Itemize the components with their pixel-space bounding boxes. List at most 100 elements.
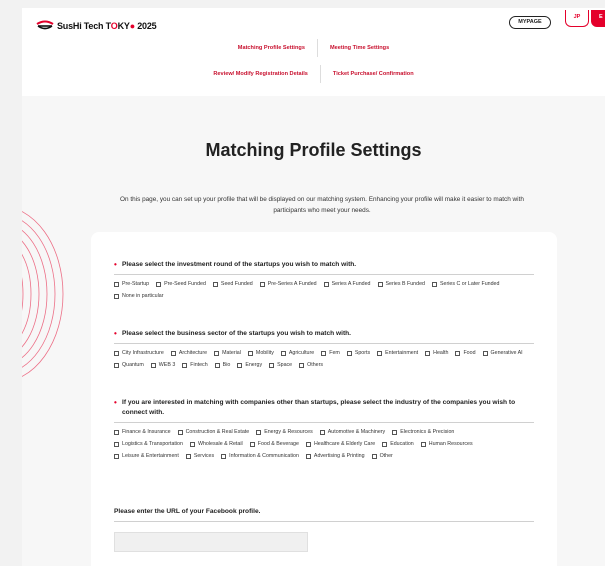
checkbox-box[interactable] [156, 282, 162, 287]
checkbox-healthcare-elderly-care[interactable]: Healthcare & Elderly Care [305, 441, 375, 448]
checkbox-box[interactable] [420, 442, 426, 447]
checkbox-entertainment[interactable]: Entertainment [377, 350, 418, 357]
checkbox-information-communication[interactable]: Information & Communication [221, 453, 299, 460]
checkbox-box[interactable] [150, 363, 156, 368]
checkbox-energy-resources[interactable]: Energy & Resources [256, 429, 313, 436]
checkbox-box[interactable] [305, 454, 311, 459]
checkbox-box[interactable] [431, 282, 437, 287]
checkbox-energy[interactable]: Energy [237, 362, 262, 369]
nav-review-registration[interactable]: Review/ Modify Registration Details [201, 70, 320, 83]
checkbox-box[interactable] [377, 282, 383, 287]
checkbox-advertising-printing[interactable]: Advertising & Printing [305, 453, 365, 460]
checkbox-quantum[interactable]: Quantum [114, 362, 144, 369]
lang-jp-button[interactable]: JP [565, 10, 589, 27]
checkbox-box[interactable] [371, 454, 377, 459]
checkbox-web-3[interactable]: WEB 3 [150, 362, 175, 369]
checkbox-space[interactable]: Space [269, 362, 292, 369]
checkbox-box[interactable] [114, 454, 119, 459]
checkbox-box[interactable] [114, 282, 119, 287]
checkbox-automotive-machinery[interactable]: Automotive & Machinery [319, 429, 385, 436]
checkbox-box[interactable] [182, 363, 188, 368]
checkbox-sports[interactable]: Sports [346, 350, 371, 357]
checkbox-box[interactable] [212, 282, 218, 287]
checkbox-electronics-precision[interactable]: Electronics & Precision [392, 429, 454, 436]
checkbox-pre-seed-funded[interactable]: Pre-Seed Funded [156, 281, 206, 288]
checkbox-box[interactable] [280, 351, 286, 356]
checkbox-box[interactable] [114, 430, 119, 435]
checkbox-box[interactable] [114, 363, 119, 368]
checkbox-services[interactable]: Services [185, 453, 214, 460]
profile-form-card: • Please select the investment round of t… [91, 232, 557, 566]
lang-en-button[interactable]: E [591, 10, 605, 27]
checkbox-city-infrastructure[interactable]: City Infrastructure [114, 350, 164, 357]
checkbox-box[interactable] [455, 351, 461, 356]
checkbox-fintech[interactable]: Fintech [182, 362, 208, 369]
checkbox-logistics-transportation[interactable]: Logistics & Transportation [114, 441, 183, 448]
checkbox-label: Space [277, 362, 293, 368]
checkbox-box[interactable] [321, 351, 327, 356]
checkbox-seed-funded[interactable]: Seed Funded [212, 281, 253, 288]
checkbox-human-resources[interactable]: Human Resources [420, 441, 473, 448]
checkbox-others[interactable]: Others [299, 362, 323, 369]
checkbox-bio[interactable]: Bio [214, 362, 230, 369]
checkbox-box[interactable] [114, 294, 119, 299]
checkbox-leisure-entertainment[interactable]: Leisure & Entertainment [114, 453, 179, 460]
checkbox-mobility[interactable]: Mobility [247, 350, 274, 357]
checkbox-pre-series-a-funded[interactable]: Pre-Series A Funded [259, 281, 317, 288]
checkbox-box[interactable] [247, 351, 253, 356]
checkbox-label: Energy & Resources [264, 429, 313, 435]
facebook-url-input[interactable] [114, 532, 308, 552]
checkbox-box[interactable] [323, 282, 329, 287]
checkbox-label: Sports [354, 350, 371, 356]
checkbox-food-beverage[interactable]: Food & Beverage [249, 441, 299, 448]
checkbox-none-in-particular[interactable]: None in particular [114, 293, 164, 300]
checkbox-box[interactable] [177, 430, 183, 435]
checkbox-health[interactable]: Health [425, 350, 448, 357]
checkbox-other[interactable]: Other [371, 453, 393, 460]
checkbox-box[interactable] [259, 282, 265, 287]
nav-ticket-purchase[interactable]: Ticket Purchase/ Confirmation [321, 70, 426, 83]
checkbox-fem[interactable]: Fem [321, 350, 340, 357]
nav-matching-profile[interactable]: Matching Profile Settings [226, 44, 317, 57]
checkbox-box[interactable] [249, 442, 255, 447]
checkbox-box[interactable] [392, 430, 398, 435]
checkbox-box[interactable] [319, 430, 325, 435]
checkbox-box[interactable] [214, 351, 220, 356]
checkbox-food[interactable]: Food [455, 350, 476, 357]
checkbox-box[interactable] [221, 454, 227, 459]
checkbox-architecture[interactable]: Architecture [170, 350, 207, 357]
checkbox-box[interactable] [425, 351, 431, 356]
checkbox-generative-ai[interactable]: Generative AI [482, 350, 523, 357]
checkbox-pre-startup[interactable]: Pre-Startup [114, 281, 149, 288]
checkbox-box[interactable] [269, 363, 275, 368]
checkbox-box[interactable] [237, 363, 243, 368]
checkbox-wholesale-retail[interactable]: Wholesale & Retail [189, 441, 243, 448]
logo-text: SusHi Tech TOKY● 2025 [57, 20, 157, 31]
checkbox-box[interactable] [189, 442, 195, 447]
checkbox-box[interactable] [382, 442, 388, 447]
facebook-question: Please enter the URL of your Facebook pr… [114, 508, 261, 515]
checkbox-box[interactable] [185, 454, 191, 459]
mypage-button[interactable]: MYPAGE [509, 16, 551, 29]
checkbox-box[interactable] [377, 351, 383, 356]
checkbox-series-b-funded[interactable]: Series B Funded [377, 281, 425, 288]
checkbox-box[interactable] [170, 351, 176, 356]
checkbox-box[interactable] [214, 363, 220, 368]
checkbox-series-a-funded[interactable]: Series A Funded [323, 281, 371, 288]
checkbox-box[interactable] [114, 351, 119, 356]
checkbox-box[interactable] [256, 430, 262, 435]
checkbox-education[interactable]: Education [382, 441, 414, 448]
checkbox-finance-insurance[interactable]: Finance & Insurance [114, 429, 171, 436]
checkbox-box[interactable] [482, 351, 488, 356]
checkbox-material[interactable]: Material [214, 350, 241, 357]
checkbox-construction-real-estate[interactable]: Construction & Real Estate [177, 429, 249, 436]
nav-meeting-time[interactable]: Meeting Time Settings [318, 44, 401, 57]
checkbox-series-c-or-later-funded[interactable]: Series C or Later Funded [431, 281, 499, 288]
checkbox-agriculture[interactable]: Agriculture [280, 350, 314, 357]
logo[interactable]: SusHi Tech TOKY● 2025 [36, 20, 157, 31]
checkbox-box[interactable] [299, 363, 305, 368]
checkbox-box[interactable] [346, 351, 352, 356]
checkbox-box[interactable] [305, 442, 311, 447]
checkbox-label: Fintech [190, 362, 208, 368]
checkbox-box[interactable] [114, 442, 119, 447]
